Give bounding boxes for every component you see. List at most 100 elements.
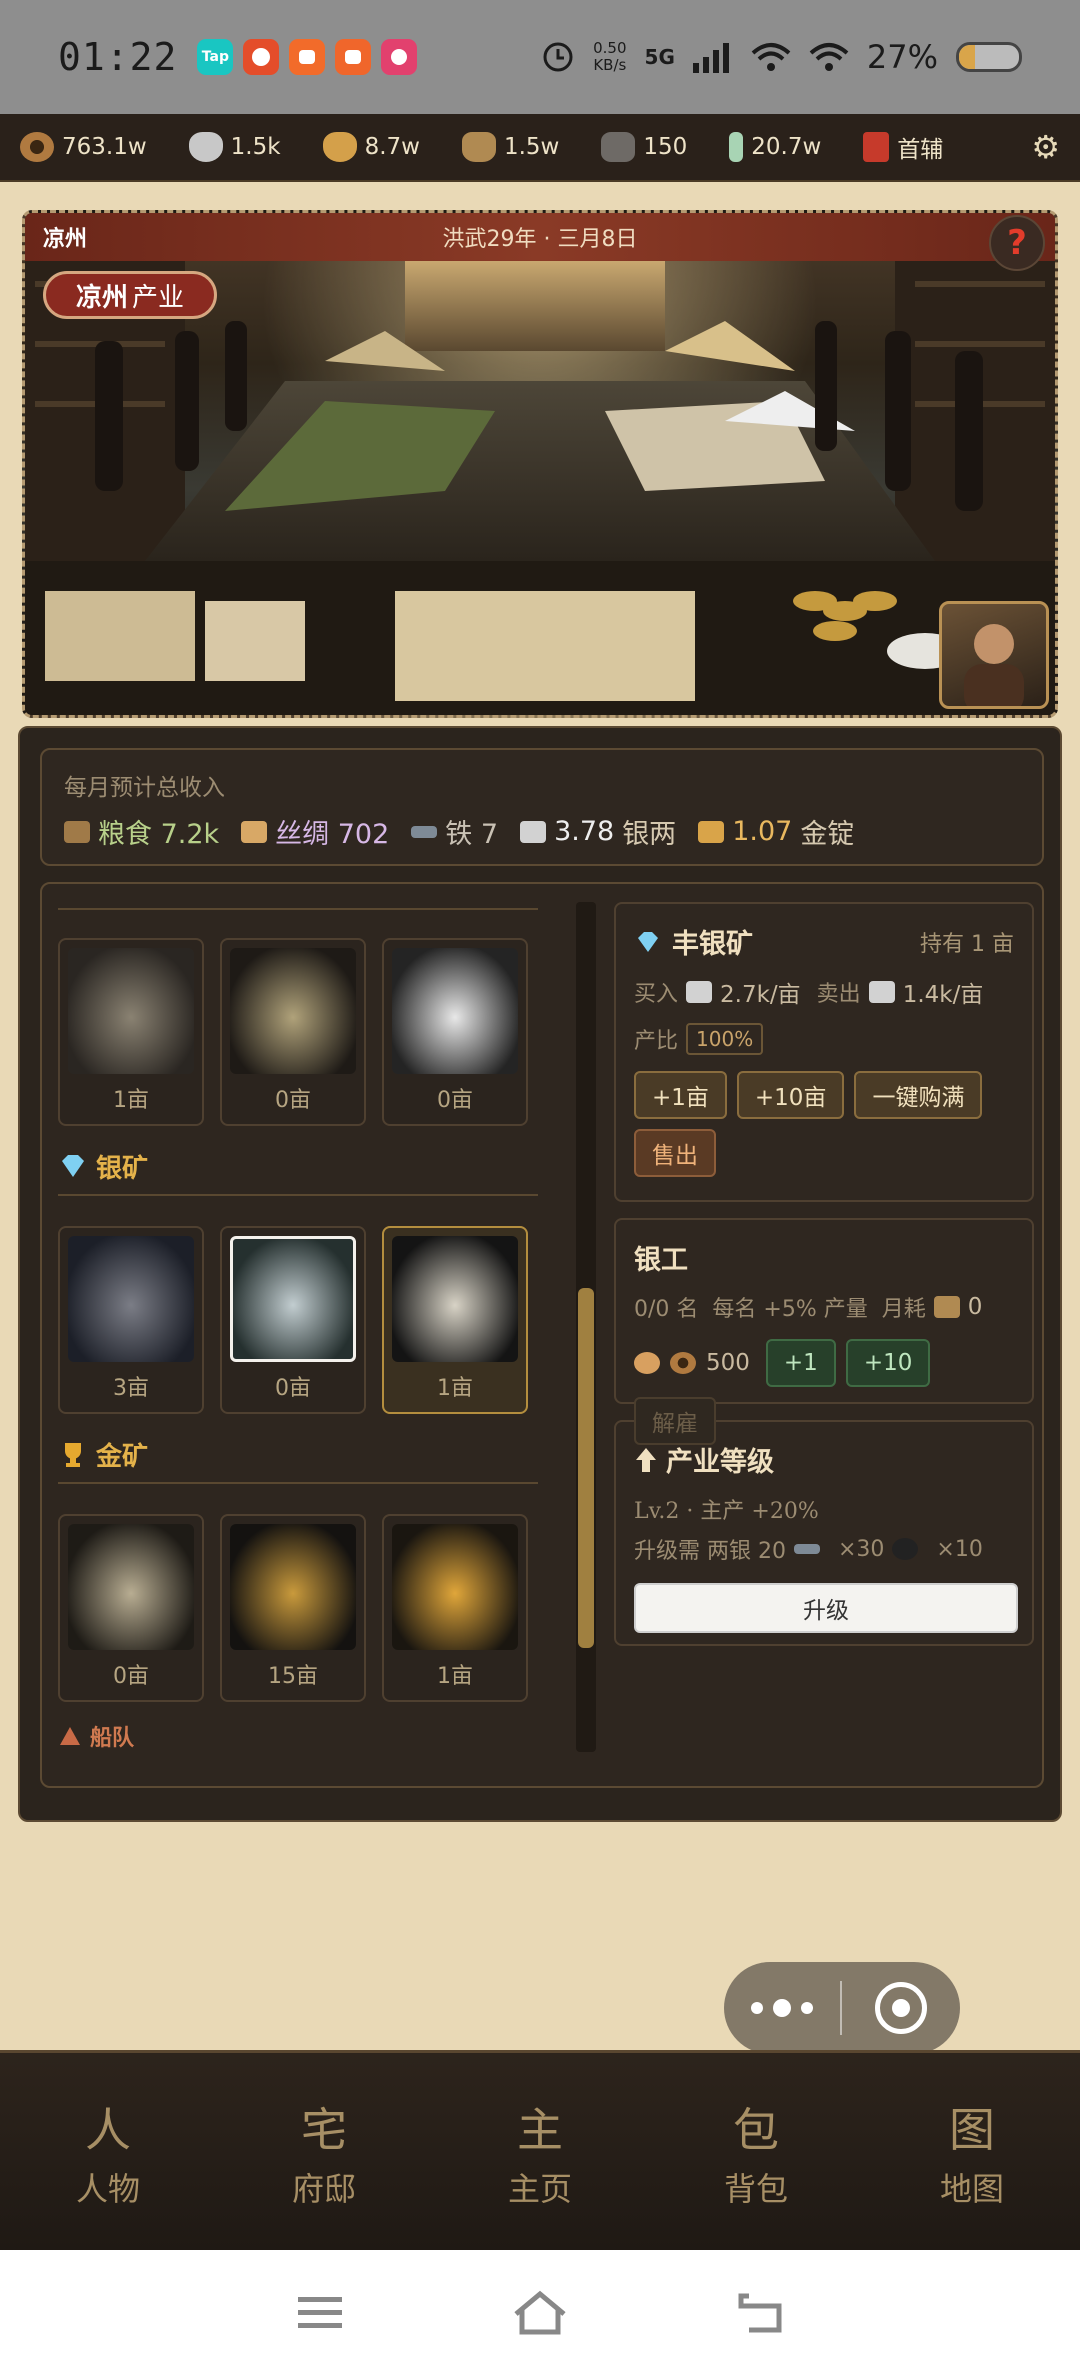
more-menu-icon[interactable]: [724, 1999, 840, 2017]
hire-1-button[interactable]: +1: [765, 1339, 836, 1387]
sail-icon: [60, 1727, 80, 1745]
trophy-icon: [65, 1443, 81, 1467]
industry-title-pill: 凉州 产业: [43, 271, 218, 319]
mine-list[interactable]: 1亩 0亩 0亩 银矿 3亩 0亩 1亩 金矿 0亩 15亩 1亩 船队: [58, 884, 563, 1790]
hire-10-button[interactable]: +10: [845, 1339, 931, 1387]
silver-mine-tile[interactable]: 3亩: [58, 1226, 204, 1414]
gold-ingot-icon: [322, 132, 357, 162]
silver-mine-tile[interactable]: 0亩: [220, 1226, 366, 1414]
close-target-icon[interactable]: [842, 1982, 960, 2034]
income-gold: 1.07 金锭: [698, 812, 854, 851]
nav-mansion[interactable]: 宅府邸: [216, 2053, 432, 2250]
level-info: Lv.2 · 主产 +20%: [634, 1499, 819, 1524]
resource-silver[interactable]: 1.5k: [188, 132, 281, 162]
resource-jade[interactable]: 20.7w: [729, 132, 821, 162]
gold-mine-tile[interactable]: 0亩: [58, 1514, 204, 1702]
copper-coin-icon: [20, 132, 54, 162]
diamond-icon: [62, 1155, 84, 1177]
battery-icon: [956, 42, 1022, 72]
wage-value: 500: [706, 1350, 750, 1376]
wifi-icon-2: [809, 43, 849, 71]
mine-tile-image: [68, 1236, 194, 1362]
silver-ingot-icon: [868, 981, 895, 1003]
kuaishou2-app-icon: [335, 39, 372, 75]
copper-coin-icon: [670, 1352, 696, 1374]
advisor-portrait[interactable]: [939, 601, 1049, 709]
silver-ingot-icon: [520, 820, 547, 843]
gold-mine-tile[interactable]: 15亩: [220, 1514, 366, 1702]
fleet-section-header: 船队: [58, 1708, 563, 1764]
diamond-icon: [638, 931, 658, 952]
income-iron: 铁 7: [411, 812, 498, 851]
arrow-up-icon: [636, 1447, 656, 1472]
mine-tile[interactable]: 0亩: [220, 938, 366, 1126]
buy-1-mu-button[interactable]: +1亩: [634, 1071, 727, 1119]
resource-bar: 763.1w 1.5k 8.7w 1.5w 150 20.7w 首辅 ⚙: [0, 114, 1080, 182]
upgrade-button[interactable]: 升级: [634, 1583, 1018, 1633]
level-title: 产业等级: [666, 1447, 774, 1478]
detail-column: 丰银矿 持有 1 亩 买入 2.7k/亩 卖出 1.4k/亩 产比 100% +…: [614, 902, 1034, 1662]
nav-map[interactable]: 图地图: [864, 2053, 1080, 2250]
income-label: 每月预计总收入: [64, 775, 225, 801]
silver-ingot-icon: [188, 132, 223, 162]
buy-10-mu-button[interactable]: +10亩: [736, 1071, 845, 1119]
mine-content: 1亩 0亩 0亩 银矿 3亩 0亩 1亩 金矿 0亩 15亩 1亩 船队 丰银矿…: [40, 882, 1044, 1788]
list-scrollbar[interactable]: [576, 902, 596, 1752]
rank-badge[interactable]: 首辅: [863, 130, 943, 164]
resource-gold[interactable]: 8.7w: [322, 132, 420, 162]
tile-row-top: 1亩 0亩 0亩: [58, 938, 563, 1126]
gold-mine-tile[interactable]: 1亩: [382, 1514, 528, 1702]
sell-button[interactable]: 售出: [634, 1129, 716, 1177]
ratio-row: 产比 100%: [634, 1023, 1014, 1055]
mine-tile-image: [392, 948, 518, 1074]
scrollbar-thumb[interactable]: [578, 1288, 594, 1648]
divider: [58, 908, 538, 910]
price-row: 买入 2.7k/亩 卖出 1.4k/亩: [634, 981, 984, 1008]
silver-mine-section-header: 银矿: [58, 1138, 563, 1194]
grain-sack-icon: [64, 820, 90, 843]
notification-icons: Tap: [197, 39, 418, 75]
mine-tile[interactable]: 0亩: [382, 938, 528, 1126]
rank-book-icon: [863, 132, 890, 162]
nav-home[interactable]: 主主页: [432, 2053, 648, 2250]
resource-grain[interactable]: 1.5w: [461, 132, 559, 162]
workers-info-row: 0/0 名 每名 +5% 产量 月耗 0: [634, 1294, 983, 1322]
resource-ore[interactable]: 150: [601, 132, 687, 162]
jade-icon: [729, 132, 744, 162]
net-speed: 0.50 KB/s: [593, 39, 627, 74]
iron-bar-icon: [793, 1544, 820, 1554]
help-button[interactable]: ?: [989, 215, 1045, 271]
mine-detail-card: 丰银矿 持有 1 亩 买入 2.7k/亩 卖出 1.4k/亩 产比 100% +…: [614, 902, 1034, 1202]
mine-name: 丰银矿: [672, 929, 753, 960]
wifi-icon: [751, 43, 791, 71]
red-app-icon: [243, 39, 280, 75]
income-silk: 丝绸 702: [241, 812, 389, 851]
silver-mine-tile-selected[interactable]: 1亩: [382, 1226, 528, 1414]
bottom-navigation: 人人物 宅府邸 主主页 包背包 图地图: [0, 2050, 1080, 2250]
income-silver: 3.78 银两: [520, 812, 676, 851]
pink-app-icon: [381, 39, 418, 75]
iron-bar-icon: [411, 825, 438, 838]
nav-backpack[interactable]: 包背包: [648, 2053, 864, 2250]
nav-character[interactable]: 人人物: [0, 2053, 216, 2250]
ore-lump-icon: [892, 1538, 919, 1560]
kuaishou-app-icon: [289, 39, 326, 75]
fire-button[interactable]: 解雇: [634, 1397, 716, 1445]
industry-level-card: 产业等级 Lv.2 · 主产 +20% 升级需 两银 20 ×30 ×10 升级: [614, 1420, 1034, 1646]
banner-header: 凉州 洪武29年 · 三月8日: [25, 213, 1055, 261]
mine-tile-image: [68, 1524, 194, 1650]
upgrade-cost-row: 升级需 两银 20 ×30 ×10: [634, 1536, 983, 1565]
back-icon[interactable]: [730, 2288, 790, 2338]
workers-title: 银工: [634, 1245, 688, 1276]
mine-tile-image: [230, 1524, 356, 1650]
menu-icon[interactable]: [290, 2288, 350, 2338]
alarm-icon: [543, 42, 573, 72]
buy-full-button[interactable]: 一键购满: [854, 1071, 983, 1119]
resource-copper[interactable]: 763.1w: [20, 132, 147, 162]
gold-ingot-icon: [698, 820, 725, 843]
settings-gear-icon[interactable]: ⚙: [1031, 128, 1060, 166]
mine-tile[interactable]: 1亩: [58, 938, 204, 1126]
worker-face-icon: [634, 1352, 660, 1374]
industry-panel: 每月预计总收入 粮食 7.2k 丝绸 702 铁 7 3.78 银两 1.07 金锭…: [18, 726, 1062, 1822]
home-icon[interactable]: [510, 2288, 570, 2338]
